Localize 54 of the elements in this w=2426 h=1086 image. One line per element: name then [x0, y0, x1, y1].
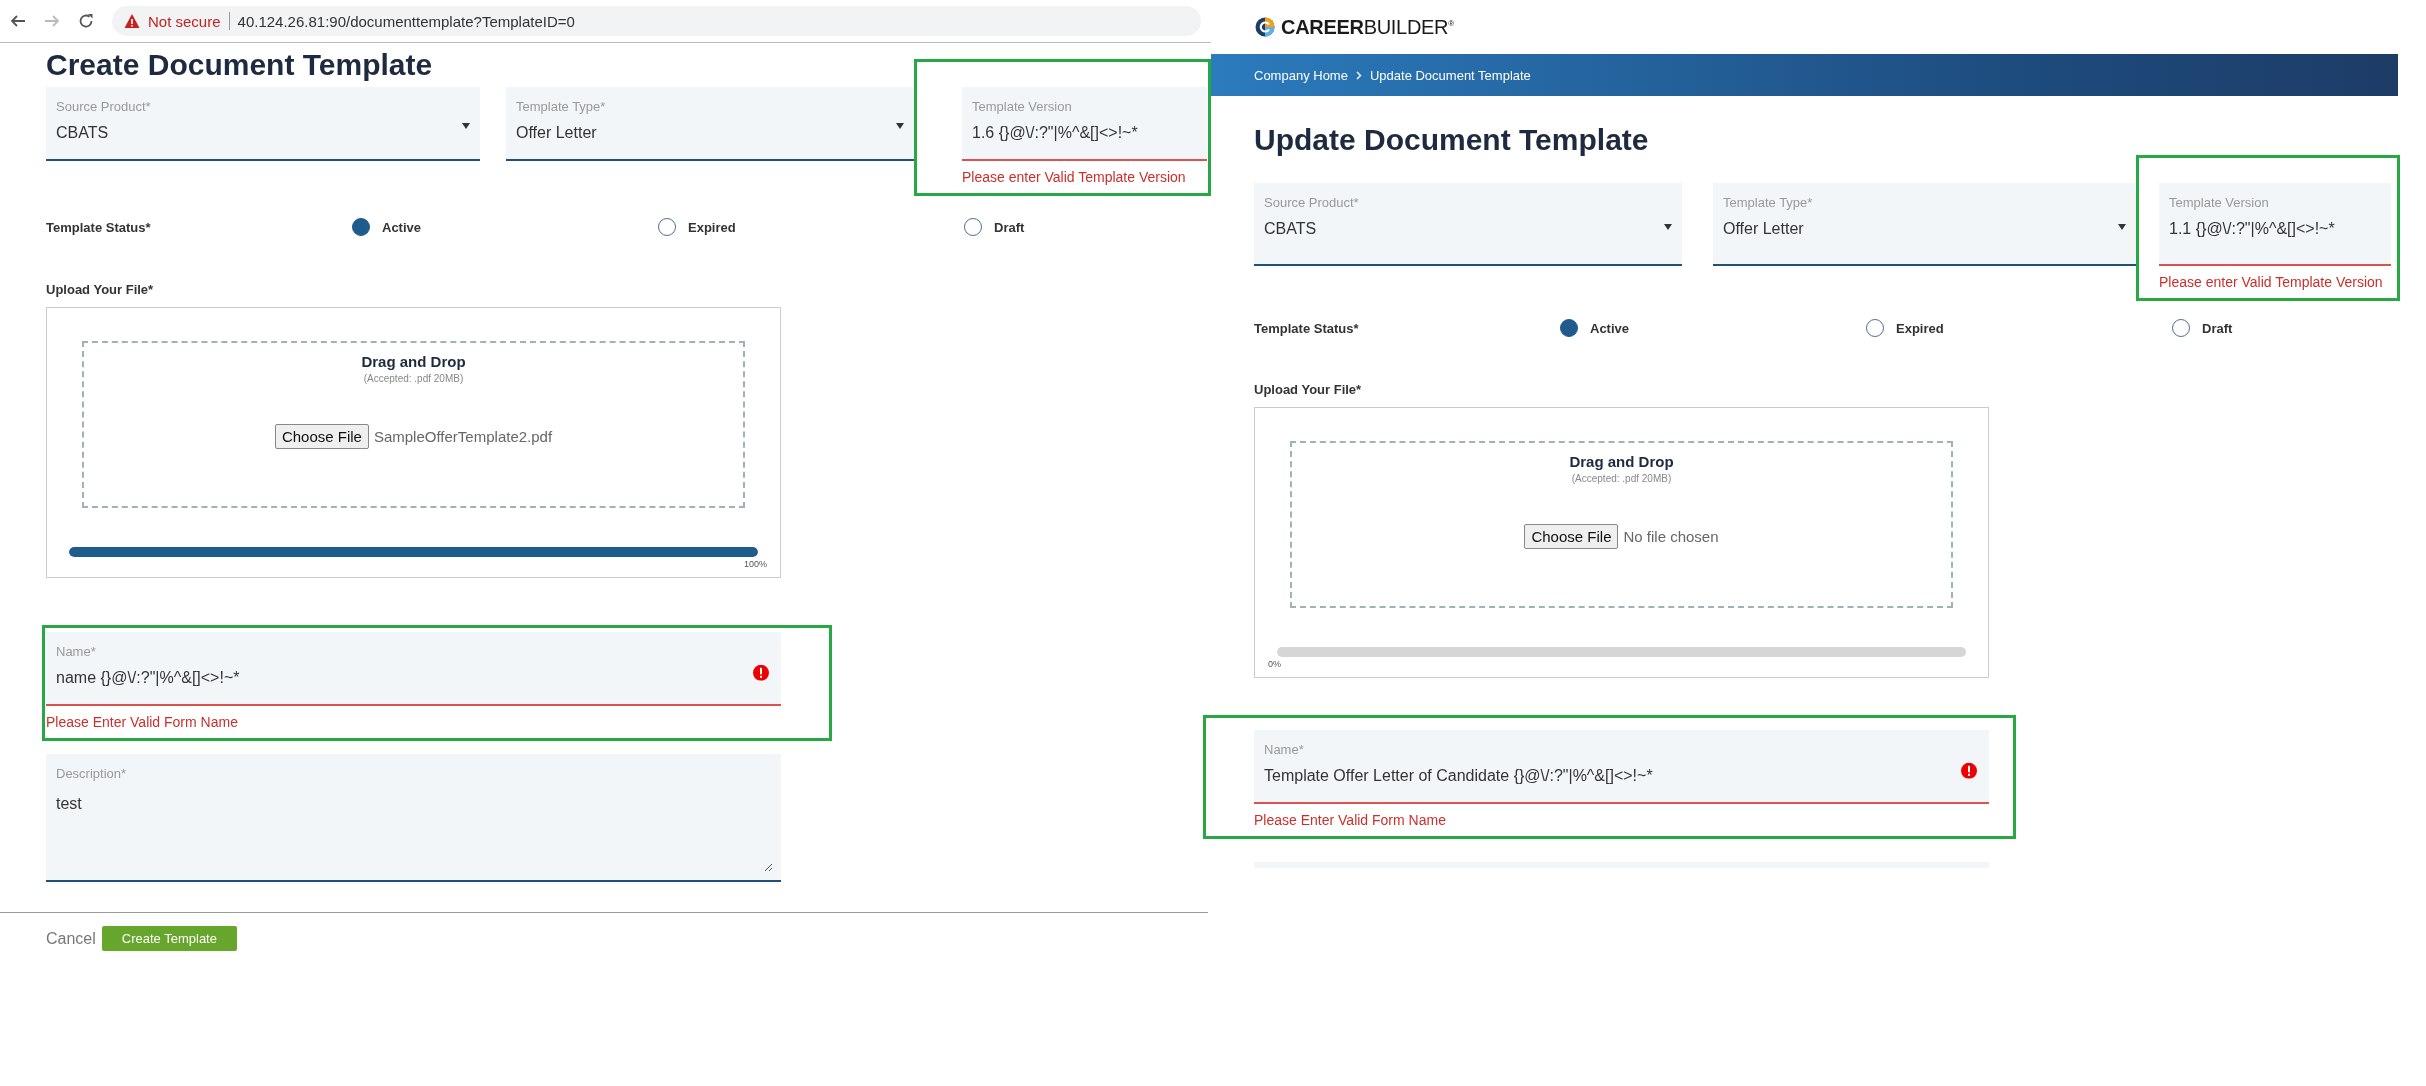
status-label: Template Status* — [46, 219, 152, 235]
input-field[interactable]: Name* name {}@\/:?"|%^&[]<>!~* — [46, 632, 781, 706]
radio-option[interactable]: Expired — [658, 218, 736, 236]
input-field[interactable]: Template Version 1.6 {}@\/:?"|%^&[]<>!~* — [962, 87, 1207, 161]
warning-icon — [124, 13, 140, 29]
drop-zone[interactable]: Drag and Drop (Accepted: .pdf 20MB) Choose File No file chosen — [1290, 441, 1953, 608]
choose-file-button[interactable]: Choose File — [1524, 524, 1619, 549]
choose-file-button[interactable]: Choose File — [274, 424, 369, 449]
dropdown-field[interactable]: Source Product* CBATS — [46, 87, 480, 161]
resize-grip-icon[interactable] — [764, 863, 773, 872]
dropdown-field[interactable]: Template Type* Offer Letter — [506, 87, 914, 161]
dropdown-caret-icon — [1664, 223, 1672, 230]
progress-percent: 0% — [1268, 659, 1281, 669]
error-message: Please Enter Valid Form Name — [46, 714, 239, 730]
error-message: Please enter Valid Template Version — [962, 169, 1187, 185]
breadcrumb-link[interactable]: Company Home — [1254, 67, 1348, 83]
drop-heading: Drag and Drop — [361, 353, 466, 370]
progress-percent: 100% — [743, 559, 767, 569]
reload-icon[interactable] — [78, 13, 94, 29]
error-message: Please enter Valid Template Version — [2159, 274, 2384, 290]
cancel-link[interactable]: Cancel — [46, 929, 96, 948]
accepted-note: (Accepted: .pdf 20MB) — [363, 373, 464, 384]
dropdown-field[interactable]: Source Product* CBATS — [1254, 183, 1682, 266]
security-label: Not secure — [148, 12, 221, 30]
chevron-right-icon — [1355, 70, 1362, 80]
input-field[interactable]: Name* Template Offer Letter of Candidate {}@\/:?"|%^&[]<>!~* — [1254, 730, 1989, 804]
description-field[interactable]: Description* test — [46, 754, 781, 882]
input-field[interactable]: Template Version 1.1 {}@\/:?"|%^&[]<>!~* — [2159, 183, 2391, 266]
radio-option[interactable]: Draft — [2172, 319, 2233, 337]
radio-option[interactable]: Active — [1560, 319, 1630, 337]
breadcrumb-link[interactable]: Update Document Template — [1369, 67, 1531, 83]
page-title: Update Document Template — [1254, 121, 1650, 158]
drop-heading: Drag and Drop — [1569, 453, 1674, 470]
logo-wordmark: CAREERBUILDER$^{®}$ — [1281, 15, 1454, 39]
back-icon[interactable] — [10, 13, 26, 29]
url-text: 40.124.26.81:90/documenttemplate?TemplateID=0 — [237, 12, 575, 30]
accepted-note: (Accepted: .pdf 20MB) — [1571, 473, 1672, 484]
file-name: SampleOfferTemplate2.pdf — [373, 428, 553, 445]
upload-label: Upload Your File* — [1254, 382, 1362, 397]
dropdown-field[interactable]: Template Type* Offer Letter — [1713, 183, 2136, 266]
dropdown-caret-icon — [462, 123, 470, 129]
address-bar[interactable]: Not secure 40.124.26.81:90/documenttemplate?TemplateID=0 — [112, 6, 1201, 36]
radio-option[interactable]: Active — [352, 218, 422, 236]
radio-option[interactable]: Expired — [1866, 319, 1944, 337]
error-message: Please Enter Valid Form Name — [1254, 812, 1447, 828]
page-title: Create Document Template — [46, 47, 434, 83]
file-name: No file chosen — [1623, 528, 1719, 545]
drop-zone[interactable]: Drag and Drop (Accepted: .pdf 20MB) Choose File SampleOfferTemplate2.pdf — [82, 341, 745, 508]
status-label: Template Status* — [1254, 320, 1360, 336]
logo-icon — [1255, 17, 1275, 37]
radio-option[interactable]: Draft — [964, 218, 1025, 236]
upload-label: Upload Your File* — [46, 282, 154, 297]
dropdown-caret-icon — [896, 123, 904, 129]
dropdown-caret-icon — [2118, 223, 2126, 230]
